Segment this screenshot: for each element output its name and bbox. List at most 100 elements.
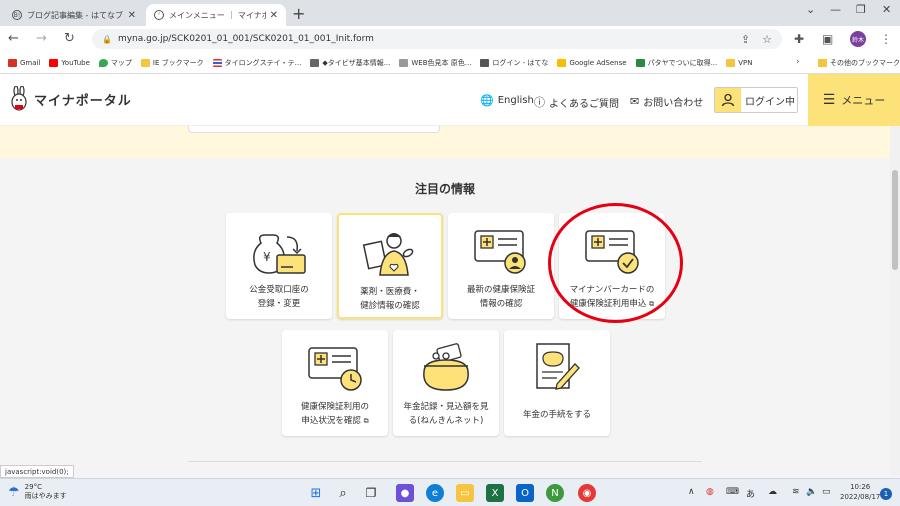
tab-title: メインメニュー ｜ マイナポータル bbox=[169, 10, 266, 20]
youtube-icon bbox=[49, 58, 59, 67]
url-text: myna.go.jp/SCK0201_01_001/SCK0201_01_001… bbox=[117, 34, 374, 44]
adsense-icon bbox=[557, 58, 567, 67]
mynaportal-logo[interactable]: マイナポータル bbox=[10, 86, 132, 112]
bookmark-folder-ie[interactable]: IE ブックマーク bbox=[140, 58, 204, 68]
notification-badge[interactable]: 1 bbox=[880, 488, 892, 500]
card-label: 公金受取口座の 登録・変更 bbox=[249, 285, 309, 309]
ime-indicator[interactable]: あ bbox=[746, 487, 755, 500]
bookmark-hatena-login[interactable]: ログイン - はてな bbox=[480, 58, 548, 68]
tray-chevron-icon[interactable]: ∧ bbox=[688, 487, 695, 497]
bookmark-star-icon[interactable]: ☆ bbox=[762, 33, 772, 46]
content-divider bbox=[188, 461, 702, 462]
bookmarks-more-chevron-icon[interactable]: › bbox=[796, 57, 800, 67]
reload-icon[interactable]: ↻ bbox=[64, 31, 75, 46]
card-label: 健康保険証利用の 申込状況を確認 ⧉ bbox=[300, 402, 369, 426]
red-highlight-circle bbox=[548, 203, 683, 323]
card-label: 年金記録・見込額を見 る(ねんきんネット) bbox=[403, 402, 489, 426]
windows-start-icon[interactable]: ⊞ bbox=[307, 484, 325, 502]
edge-icon[interactable]: e bbox=[426, 484, 444, 502]
battery-icon[interactable]: ▭ bbox=[822, 487, 831, 497]
cloud-icon[interactable]: ☁ bbox=[768, 487, 777, 497]
contact-link[interactable]: ✉ お問い合わせ bbox=[630, 94, 703, 109]
gmail-icon bbox=[8, 58, 17, 67]
folder-icon bbox=[140, 58, 150, 67]
bookmark-youtube[interactable]: YouTube bbox=[49, 58, 90, 67]
bookmark-maps[interactable]: マップ bbox=[98, 58, 132, 68]
section-title: 注目の情報 bbox=[414, 182, 475, 196]
close-icon[interactable]: ✕ bbox=[270, 10, 278, 21]
taskbar-clock[interactable]: 10:26 2022/08/17 bbox=[840, 482, 880, 502]
weather-widget[interactable]: ☂ 29°C 雨はやみます bbox=[8, 483, 67, 501]
side-panel-icon[interactable]: ▣ bbox=[822, 32, 833, 46]
bookmark-adsense[interactable]: Google AdSense bbox=[557, 58, 627, 67]
wifi-icon[interactable]: ≋ bbox=[792, 487, 800, 497]
envelope-icon: ✉ bbox=[630, 95, 640, 108]
person-with-documents-icon bbox=[362, 233, 414, 276]
card-label: 薬剤・医療費・ 健診情報の確認 bbox=[360, 287, 420, 311]
bookmark-thai-visa[interactable]: ◆タイビザ基本情報... bbox=[310, 58, 390, 68]
user-icon bbox=[715, 88, 741, 112]
folder-icon bbox=[818, 59, 827, 67]
globe-icon: 🌐 bbox=[480, 94, 494, 107]
card-medication-checkup[interactable]: 薬剤・医療費・ 健診情報の確認 bbox=[337, 213, 443, 319]
tab-title: ブログ記事編集 - はてなブログ bbox=[27, 10, 124, 20]
menu-button[interactable]: ☰ メニュー bbox=[808, 74, 900, 126]
keyboard-icon[interactable]: ⌨ bbox=[726, 487, 739, 497]
bookmark-pattaya[interactable]: パタヤでついに取得... bbox=[635, 58, 717, 68]
teams-chat-icon[interactable]: ● bbox=[396, 484, 414, 502]
extensions-puzzle-icon[interactable]: ✚ bbox=[794, 32, 804, 46]
chrome-icon[interactable]: ◉ bbox=[578, 484, 596, 502]
lock-icon: 🔒 bbox=[102, 34, 112, 44]
excel-icon[interactable]: X bbox=[486, 484, 504, 502]
bookmark-folder-vpn[interactable]: VPN bbox=[726, 58, 753, 67]
more-menu-icon[interactable]: ⋮ bbox=[880, 32, 892, 46]
coin-purse-icon bbox=[423, 343, 469, 391]
card-pension-procedures[interactable]: 年金の手続をする bbox=[504, 330, 610, 436]
page-icon bbox=[310, 58, 320, 67]
card-insurance-status-check[interactable]: 健康保険証利用の 申込状況を確認 ⧉ bbox=[282, 330, 388, 436]
thai-flag-icon bbox=[212, 58, 222, 67]
tab-mynaportal[interactable]: ᐟ メインメニュー ｜ マイナポータル ✕ bbox=[146, 4, 286, 26]
login-status-button[interactable]: ログイン中 bbox=[714, 87, 798, 113]
insurance-card-clock-icon bbox=[308, 347, 362, 391]
address-bar[interactable]: 🔒 myna.go.jp/SCK0201_01_001/SCK0201_01_0… bbox=[92, 29, 782, 49]
scrollbar-thumb[interactable] bbox=[892, 170, 898, 270]
rain-icon: ☂ bbox=[8, 484, 20, 500]
faq-link[interactable]: ⓘ よくあるご質問 bbox=[534, 94, 619, 110]
back-arrow-icon[interactable]: ← bbox=[8, 31, 19, 46]
mynaportal-rabbit-mascot-icon bbox=[11, 86, 27, 111]
english-link[interactable]: 🌐 English bbox=[480, 94, 534, 107]
tray-app-icon[interactable]: ◍ bbox=[706, 487, 714, 497]
app-n-icon[interactable]: N bbox=[546, 484, 564, 502]
bookmarks-bar: Gmail YouTube マップ IE ブックマーク タイロングステイ・テ..… bbox=[0, 52, 900, 74]
outlook-icon[interactable]: O bbox=[516, 484, 534, 502]
card-label: 年金の手続をする bbox=[522, 410, 591, 420]
forward-arrow-icon[interactable]: → bbox=[36, 31, 47, 46]
other-bookmarks-folder[interactable]: その他のブックマーク bbox=[818, 58, 900, 68]
money-bag-card-icon: ¥ bbox=[253, 234, 306, 274]
minimize-button[interactable]: — bbox=[830, 3, 841, 16]
bookmark-gmail[interactable]: Gmail bbox=[8, 58, 40, 67]
task-view-icon[interactable]: ❐ bbox=[362, 484, 380, 502]
bookmark-web-colors[interactable]: WEB色見本 原色... bbox=[399, 58, 471, 68]
card-pension-records[interactable]: 年金記録・見込額を見 る(ねんきんネット) bbox=[393, 330, 499, 436]
close-icon[interactable]: ✕ bbox=[128, 10, 136, 21]
windows-taskbar: ☂ 29°C 雨はやみます ⊞ ⌕ ❐ ● e ▭ X O N ◉ ∧ ◍ ⌨ … bbox=[0, 478, 900, 506]
question-circle-icon: ⓘ bbox=[534, 96, 545, 109]
search-icon[interactable]: ⌕ bbox=[334, 484, 352, 502]
speaker-icon[interactable]: 🔈 bbox=[806, 487, 817, 497]
share-icon[interactable]: ⇪ bbox=[741, 33, 750, 46]
profile-avatar[interactable]: 鈴木 bbox=[850, 31, 866, 47]
bookmark-thai-longstay[interactable]: タイロングステイ・テ... bbox=[212, 58, 301, 68]
window-close-button[interactable]: ✕ bbox=[882, 3, 891, 16]
browser-tab-strip: B! ブログ記事編集 - はてなブログ ✕ ᐟ メインメニュー ｜ マイナポータ… bbox=[0, 0, 900, 26]
page-scrollbar[interactable] bbox=[890, 126, 900, 476]
maximize-button[interactable]: ❐ bbox=[856, 3, 866, 16]
new-tab-button[interactable]: + bbox=[292, 4, 305, 23]
file-explorer-icon[interactable]: ▭ bbox=[456, 484, 474, 502]
card-public-fund-account[interactable]: ¥ 公金受取口座の 登録・変更 bbox=[226, 213, 332, 319]
tab-search-icon[interactable]: ⌄ bbox=[806, 3, 815, 16]
maps-pin-icon bbox=[98, 58, 108, 67]
tab-blog-edit[interactable]: B! ブログ記事編集 - はてなブログ ✕ bbox=[4, 4, 144, 26]
card-latest-insurance-info[interactable]: 最新の健康保険証 情報の確認 bbox=[448, 213, 554, 319]
